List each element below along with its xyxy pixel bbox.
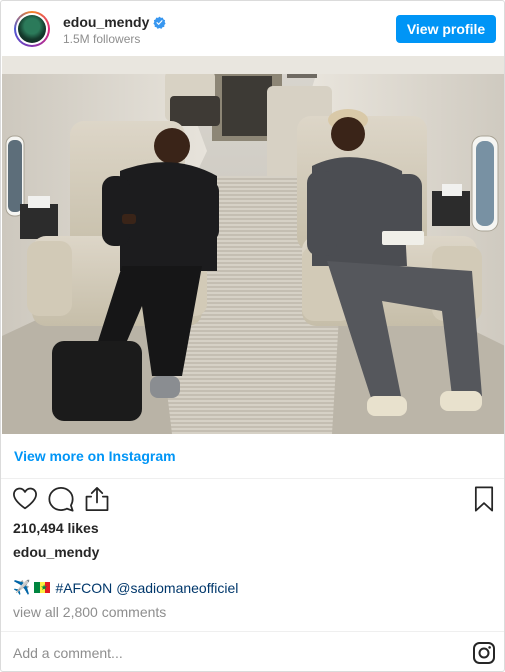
view-profile-button[interactable]: View profile xyxy=(396,15,496,43)
avatar[interactable] xyxy=(14,11,50,47)
post-header: edou_mendy 1.5M followers View profile xyxy=(1,1,504,56)
heart-icon[interactable] xyxy=(11,485,39,513)
comment-input[interactable] xyxy=(13,643,433,663)
comment-bar xyxy=(1,631,504,671)
post-image[interactable] xyxy=(2,56,505,434)
likes-count: 210,494 likes xyxy=(13,520,99,536)
action-bar xyxy=(1,485,504,515)
username[interactable]: edou_mendy xyxy=(63,14,149,30)
caption-author[interactable]: edou_mendy xyxy=(13,544,99,560)
view-more-row: View more on Instagram xyxy=(1,434,504,479)
view-more-link[interactable]: View more on Instagram xyxy=(14,448,176,464)
view-all-comments-link[interactable]: view all 2,800 comments xyxy=(13,604,166,620)
senegal-flag-icon: ★ xyxy=(34,582,51,593)
instagram-embed-card: edou_mendy 1.5M followers View profile V… xyxy=(0,0,505,672)
caption: ✈️ ★ #AFCON @sadiomaneofficiel xyxy=(13,579,238,596)
hashtag-link[interactable]: #AFCON xyxy=(55,580,112,596)
share-icon[interactable] xyxy=(83,485,111,513)
instagram-logo-icon[interactable] xyxy=(472,641,496,665)
mention-link[interactable]: @sadiomaneofficiel xyxy=(116,580,238,596)
username-row: edou_mendy xyxy=(63,14,166,30)
verified-badge-icon xyxy=(153,16,166,29)
bookmark-icon[interactable] xyxy=(470,485,498,513)
followers-count: 1.5M followers xyxy=(63,32,141,46)
airplane-emoji: ✈️ xyxy=(13,579,31,595)
comment-icon[interactable] xyxy=(47,485,75,513)
